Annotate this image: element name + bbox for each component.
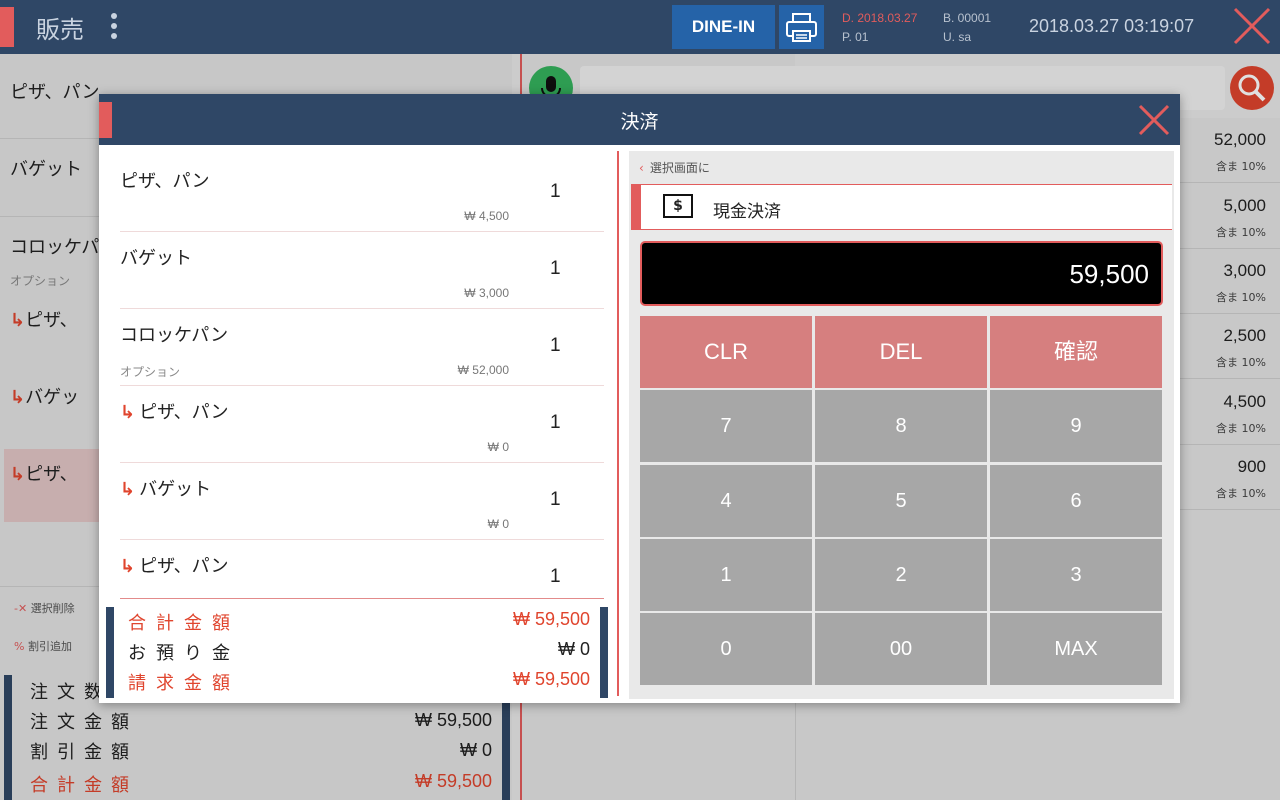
totals-bar xyxy=(106,607,114,698)
divider xyxy=(120,598,604,599)
key-6[interactable]: 6 xyxy=(990,465,1162,537)
order-item[interactable]: バゲット 1 ₩ 3,000 xyxy=(120,232,604,309)
close-icon xyxy=(1233,7,1271,45)
total-label: 合計金額 xyxy=(128,613,240,634)
billed-label: 請求金額 xyxy=(128,673,240,694)
received-value: ₩ 0 xyxy=(557,639,590,659)
order-item-qty: 1 xyxy=(550,258,561,279)
order-subitem[interactable]: ↳ ピザ、パン 1 xyxy=(120,540,604,599)
pos-number: P. 01 xyxy=(842,30,869,44)
payment-totals: 合計金額 ₩ 59,500 お預り金 ₩ 0 請求金額 ₩ 59,500 xyxy=(106,607,608,698)
method-accent xyxy=(631,185,641,229)
sub-item-arrow-icon: ↳ xyxy=(120,402,136,423)
close-icon xyxy=(1138,104,1170,136)
key-1[interactable]: 1 xyxy=(640,539,812,611)
order-subitem[interactable]: ↳ バゲット 1 ₩ 0 xyxy=(120,463,604,540)
modal-close-button[interactable] xyxy=(1138,104,1170,136)
max-key[interactable]: MAX xyxy=(990,613,1162,685)
order-list: ピザ、パン 1 ₩ 4,500 バゲット 1 ₩ 3,000 コロッケパン 1 … xyxy=(120,155,604,599)
order-item-option: オプション xyxy=(120,365,181,379)
bill-number: B. 00001 xyxy=(943,11,992,25)
keypad: CLR DEL 確認 7 8 9 4 5 6 1 2 3 0 00 MAX xyxy=(640,316,1163,685)
top-bar: 販売 DINE-IN D. 2018.03.27 P. 01 B. 00001 … xyxy=(0,0,1280,54)
divider xyxy=(617,151,619,696)
modal-header: 決済 xyxy=(99,94,1180,145)
key-0[interactable]: 0 xyxy=(640,613,812,685)
key-7[interactable]: 7 xyxy=(640,390,812,462)
received-row: お預り金 ₩ 0 xyxy=(128,639,590,669)
key-5[interactable]: 5 xyxy=(815,465,987,537)
back-label: 選択画面に xyxy=(649,161,710,175)
key-2[interactable]: 2 xyxy=(815,539,987,611)
business-date: D. 2018.03.27 xyxy=(842,11,918,25)
key-4[interactable]: 4 xyxy=(640,465,812,537)
key-8[interactable]: 8 xyxy=(815,390,987,462)
sub-item-arrow-icon: ↳ xyxy=(120,479,136,500)
payment-method-label: 現金決済 xyxy=(713,202,781,222)
order-item[interactable]: ピザ、パン 1 ₩ 4,500 xyxy=(120,155,604,232)
close-app-button[interactable] xyxy=(1232,6,1272,46)
order-item-name: ピザ、パン xyxy=(120,171,210,192)
modal-title: 決済 xyxy=(620,111,659,133)
printer-button[interactable] xyxy=(779,5,824,49)
printer-icon xyxy=(786,13,817,42)
billed-value: ₩ 59,500 xyxy=(512,669,590,689)
total-value: ₩ 59,500 xyxy=(512,609,590,629)
order-item-name: ピザ、パン xyxy=(139,556,229,577)
total-row: 合計金額 ₩ 59,500 xyxy=(128,609,590,639)
order-item-price: ₩ 0 xyxy=(487,517,509,531)
chevron-left-icon: ‹ xyxy=(639,161,644,175)
amount-display: 59,500 xyxy=(640,241,1163,306)
page-title: 販売 xyxy=(36,16,84,44)
top-bar-accent xyxy=(0,7,14,47)
order-item-name: バゲット xyxy=(139,479,212,500)
order-item-price: ₩ 3,000 xyxy=(464,286,509,300)
clock: 2018.03.27 03:19:07 xyxy=(1029,16,1195,36)
dine-in-button[interactable]: DINE-IN xyxy=(672,5,775,49)
order-item[interactable]: コロッケパン 1 オプション ₩ 52,000 xyxy=(120,309,604,386)
amount-value: 59,500 xyxy=(1069,259,1149,289)
back-to-selection-link[interactable]: ‹ 選択画面に xyxy=(639,159,710,176)
order-item-price: ₩ 4,500 xyxy=(464,209,509,223)
billed-row: 請求金額 ₩ 59,500 xyxy=(128,669,590,699)
totals-bar xyxy=(600,607,608,698)
order-item-qty: 1 xyxy=(550,335,561,356)
payment-panel: ‹ 選択画面に $ 現金決済 59,500 CLR DEL 確認 7 8 9 4 … xyxy=(629,151,1174,699)
cash-icon: $ xyxy=(663,194,693,218)
key-3[interactable]: 3 xyxy=(990,539,1162,611)
order-item-price: ₩ 0 xyxy=(487,440,509,454)
sub-item-arrow-icon: ↳ xyxy=(120,556,136,577)
order-subitem[interactable]: ↳ ピザ、パン 1 ₩ 0 xyxy=(120,386,604,463)
order-item-qty: 1 xyxy=(550,489,561,510)
payment-method: $ 現金決済 xyxy=(631,184,1172,230)
order-item-name: コロッケパン xyxy=(120,325,229,346)
order-item-name: ピザ、パン xyxy=(139,402,229,423)
payment-modal: 決済 ピザ、パン 1 ₩ 4,500 バゲット 1 ₩ 3,000 コロッケパン… xyxy=(99,94,1180,703)
delete-key[interactable]: DEL xyxy=(815,316,987,388)
order-item-qty: 1 xyxy=(550,566,561,587)
order-item-qty: 1 xyxy=(550,181,561,202)
received-label: お預り金 xyxy=(128,643,240,664)
order-item-qty: 1 xyxy=(550,412,561,433)
kebab-menu-icon[interactable] xyxy=(110,13,118,41)
confirm-key[interactable]: 確認 xyxy=(990,316,1162,388)
order-item-price: ₩ 52,000 xyxy=(457,363,509,377)
key-00[interactable]: 00 xyxy=(815,613,987,685)
user-name: U. sa xyxy=(943,30,972,44)
clear-key[interactable]: CLR xyxy=(640,316,812,388)
key-9[interactable]: 9 xyxy=(990,390,1162,462)
order-item-name: バゲット xyxy=(120,248,192,269)
